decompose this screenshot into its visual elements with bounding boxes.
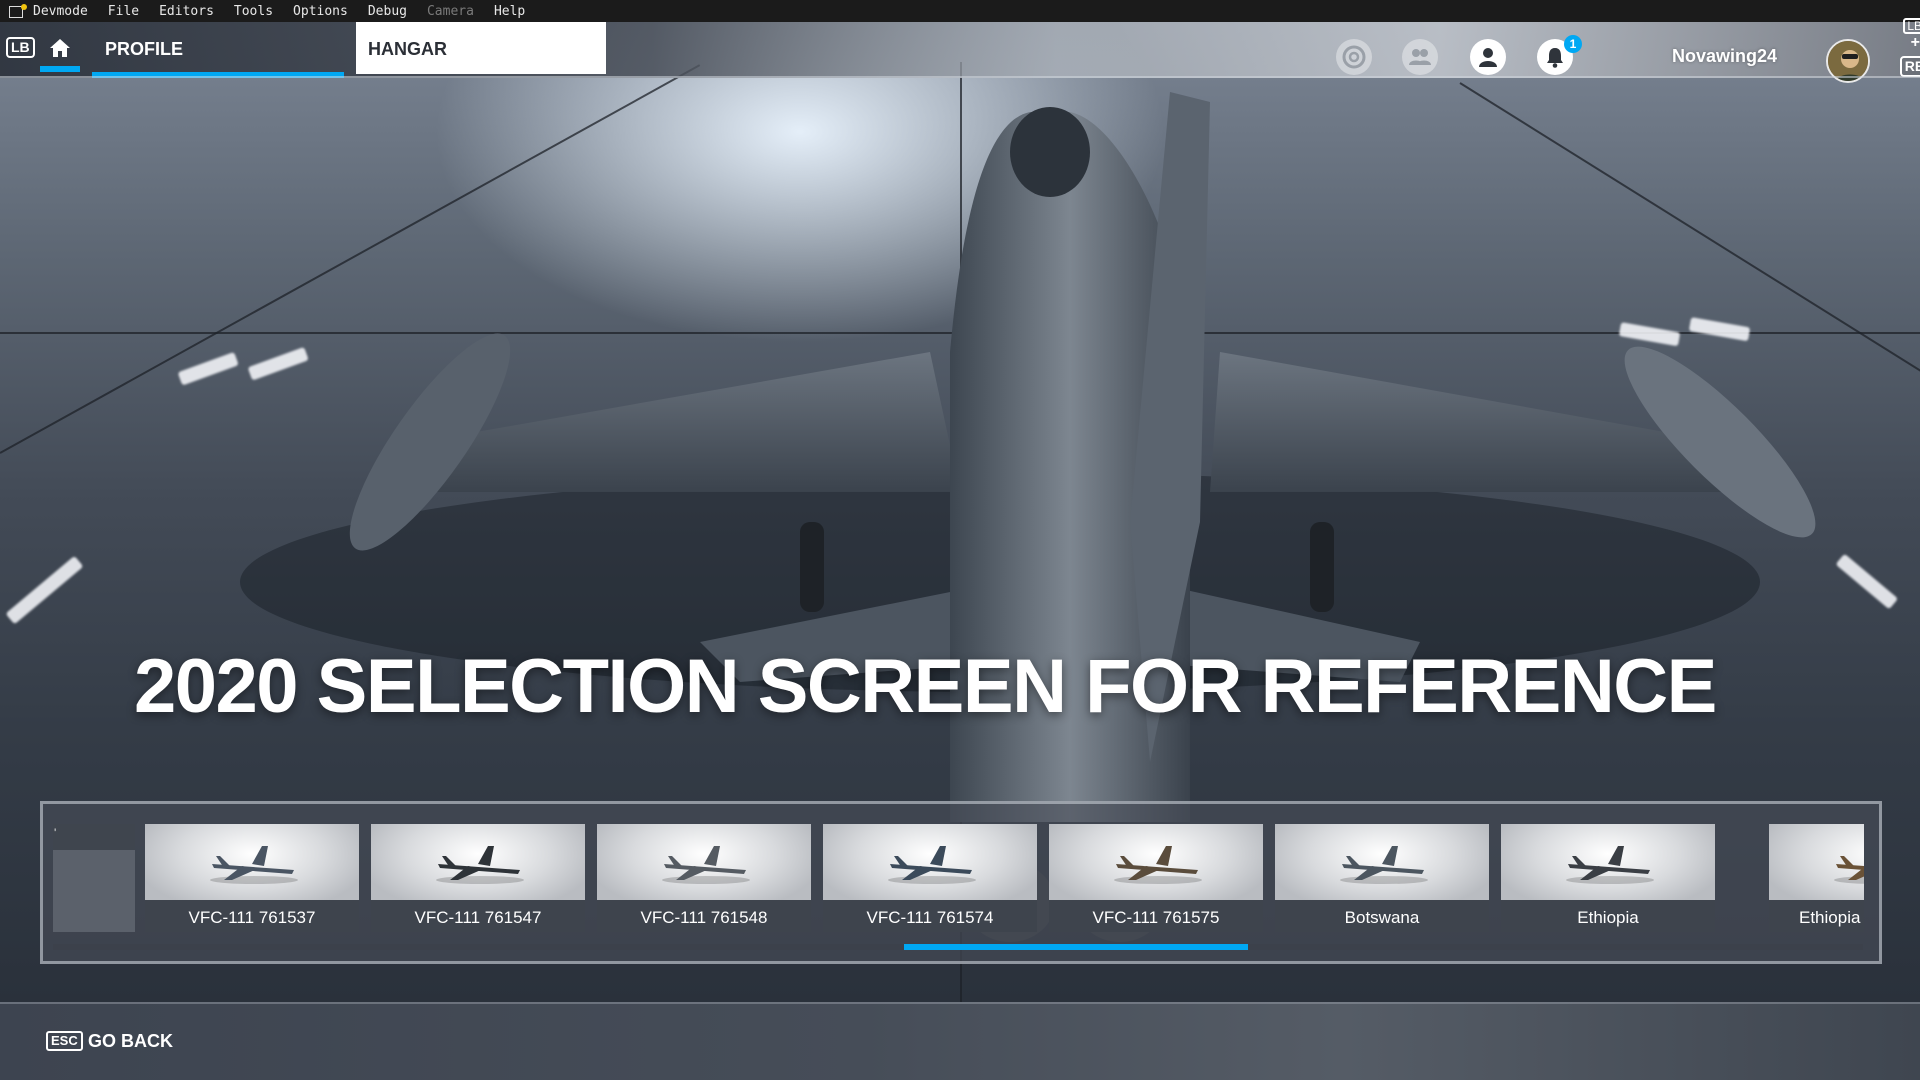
carousel-scrollbar-thumb[interactable]	[903, 944, 1248, 950]
home-icon	[50, 39, 70, 57]
plus-icon: +	[1910, 34, 1920, 51]
tab-hangar-label: HANGAR	[368, 39, 447, 59]
livery-card[interactable]: Botswana	[1275, 824, 1489, 932]
livery-name: VFC-111 761575	[1092, 908, 1220, 927]
avatar[interactable]	[1826, 39, 1870, 83]
livery-name: Botswana	[1344, 908, 1420, 927]
menu-debug[interactable]: Debug	[368, 4, 407, 19]
livery-carousel: ' VFC-111 761537 VFC-111 761547 VFC-111 76…	[40, 801, 1882, 964]
esc-key-hint: ESC	[46, 1031, 83, 1051]
top-navigation-bar: LB PROFILE HANGAR 1 Novawing24 LB + RB	[0, 18, 1920, 83]
pilot-avatar-icon	[1828, 41, 1868, 81]
notifications-button[interactable]: 1	[1537, 35, 1582, 75]
livery-card[interactable]: VFC-111 761548	[597, 824, 811, 932]
aircraft-thumbnail-icon	[210, 846, 298, 884]
livery-thumbnail	[1501, 824, 1715, 900]
livery-card[interactable]: Ethiopia Cam	[1769, 824, 1864, 932]
username-label: Novawing24	[1671, 46, 1777, 66]
livery-card[interactable]: VFC-111 761547	[371, 824, 585, 932]
go-back-button[interactable]: GO BACK	[88, 1031, 173, 1052]
livery-thumbnail	[823, 824, 1037, 900]
friends-button[interactable]	[1402, 39, 1438, 75]
home-tab-underline	[40, 66, 80, 72]
menu-options[interactable]: Options	[293, 4, 348, 19]
menu-editors[interactable]: Editors	[159, 4, 214, 19]
notification-count-badge: 1	[1564, 35, 1582, 53]
tab-profile-label: PROFILE	[105, 39, 184, 59]
livery-thumbnail	[1049, 824, 1263, 900]
activity-icon	[1342, 45, 1366, 69]
profile-icon	[1479, 48, 1497, 67]
livery-thumbnail	[1275, 824, 1489, 900]
profile-tab-underline	[92, 72, 344, 78]
menu-camera: Camera	[426, 3, 474, 19]
tab-hangar[interactable]: HANGAR	[356, 22, 606, 74]
carousel-previous-card[interactable]: '	[53, 824, 135, 932]
aircraft-thumbnail-icon	[662, 846, 750, 884]
devmode-menu-bar: Devmode File Editors Tools Options Debug…	[0, 0, 1920, 22]
tab-profile[interactable]: PROFILE	[92, 22, 344, 78]
friends-icon	[1409, 49, 1431, 65]
aircraft-thumbnail-icon	[1114, 846, 1202, 884]
menu-tools[interactable]: Tools	[234, 4, 273, 19]
livery-name: Ethiopia	[1577, 908, 1639, 927]
aircraft-thumbnail-icon	[1834, 856, 1864, 884]
livery-name: VFC-111 761547	[414, 908, 542, 927]
notifications-icon	[1547, 48, 1563, 68]
livery-thumbnail	[371, 824, 585, 900]
livery-card[interactable]: Ethiopia	[1501, 824, 1715, 932]
lb-alt-hint: LB	[1903, 18, 1920, 34]
menu-file[interactable]: File	[108, 4, 139, 19]
livery-card[interactable]: VFC-111 761574	[823, 824, 1037, 932]
livery-thumbnail	[1769, 824, 1864, 900]
bottom-action-bar: ESC GO BACK	[0, 1002, 1920, 1080]
livery-card[interactable]: VFC-111 761537	[145, 824, 359, 932]
tab-home[interactable]	[40, 28, 80, 72]
livery-card-partial: Ethiopia Cam	[1769, 824, 1864, 932]
reference-headline: 2020 SELECTION SCREEN FOR REFERENCE	[134, 644, 1717, 729]
lb-bumper-hint[interactable]: LB	[6, 37, 35, 58]
livery-name: VFC-111 761537	[188, 908, 316, 927]
aircraft-thumbnail-icon	[888, 846, 976, 884]
devmode-logo-icon	[9, 4, 27, 18]
aircraft-thumbnail-icon	[436, 846, 524, 884]
livery-thumbnail	[145, 824, 359, 900]
previous-card-marker: '	[54, 826, 57, 840]
livery-name: VFC-111 761548	[640, 908, 768, 927]
livery-name: Ethiopia Cam	[1799, 908, 1864, 927]
livery-name: VFC-111 761574	[866, 908, 994, 927]
aircraft-thumbnail-icon	[1566, 846, 1654, 884]
rb-bumper-hint[interactable]: RB	[1899, 56, 1920, 77]
livery-thumbnail	[597, 824, 811, 900]
menu-devmode[interactable]: Devmode	[33, 4, 88, 19]
profile-button[interactable]	[1470, 39, 1506, 75]
activity-button[interactable]	[1336, 39, 1372, 75]
aircraft-thumbnail-icon	[1340, 846, 1428, 884]
menu-help[interactable]: Help	[494, 4, 525, 19]
livery-card[interactable]: VFC-111 761575	[1049, 824, 1263, 932]
